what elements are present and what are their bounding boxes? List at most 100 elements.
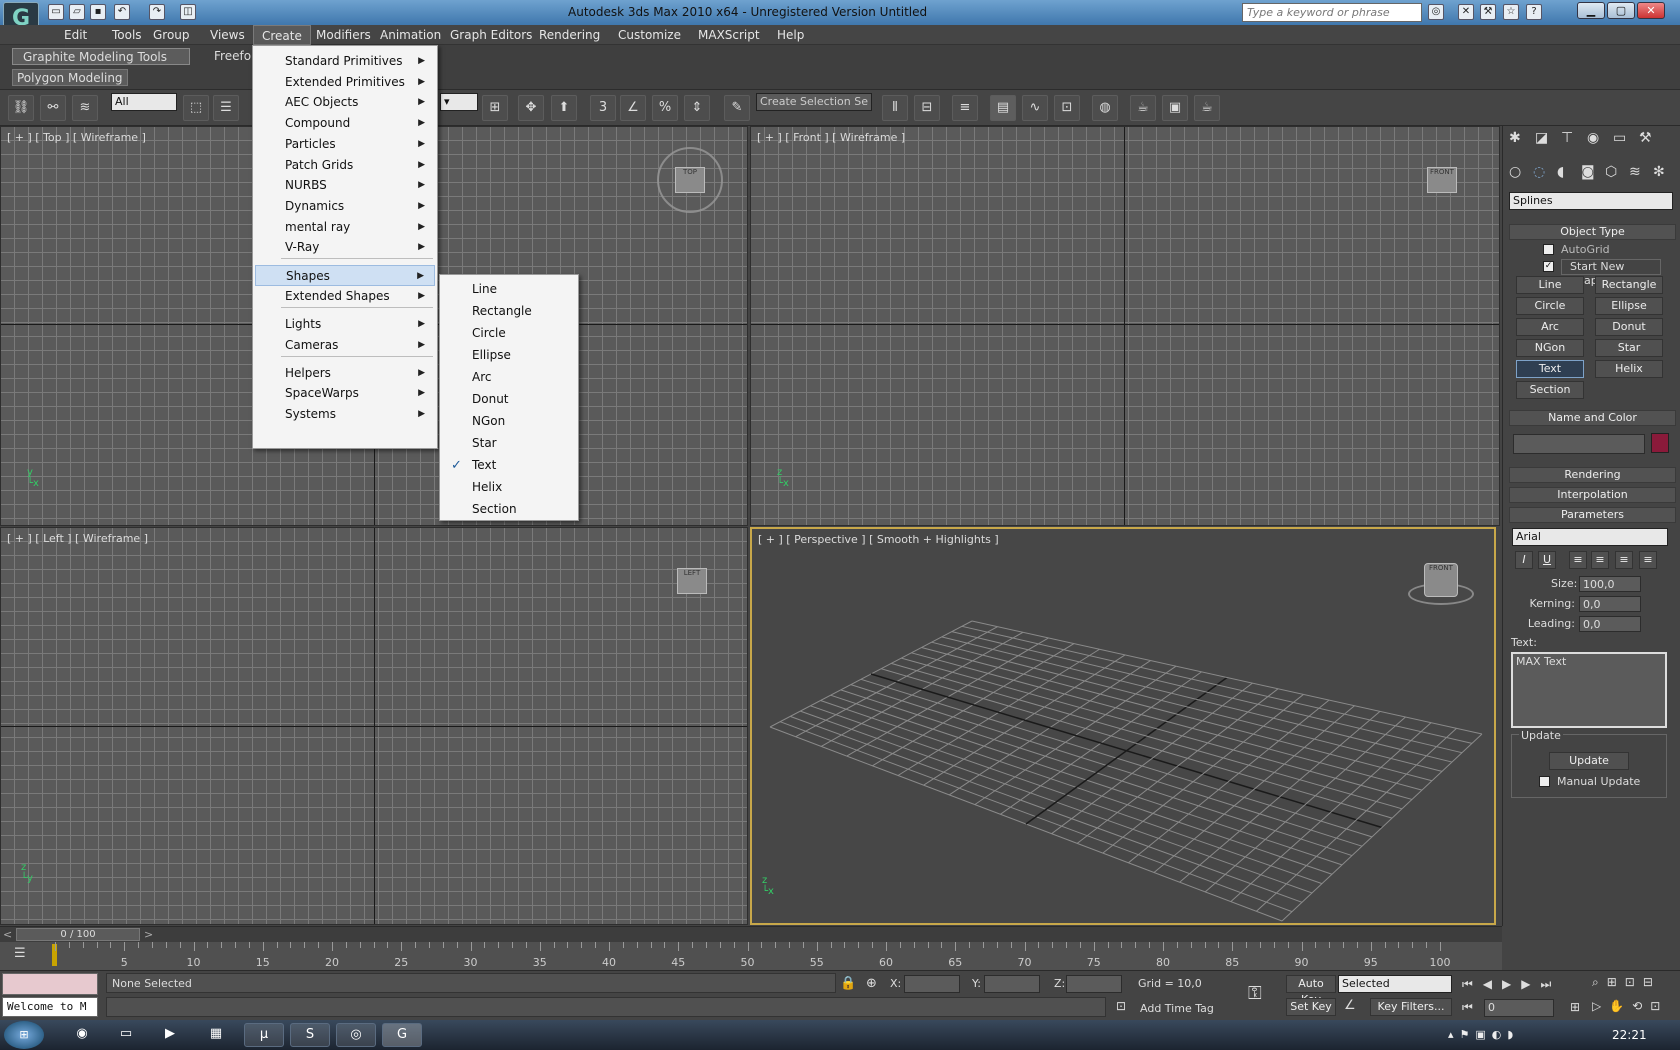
create-tab-icon[interactable]: ✱ <box>1509 130 1521 146</box>
shapes-menu-item[interactable]: Arc <box>442 367 576 388</box>
menu-group[interactable]: Group <box>145 25 198 45</box>
selection-filter-dropdown[interactable]: All <box>111 93 177 111</box>
leading-spinner[interactable]: 0,0 <box>1579 616 1641 632</box>
edit-named-selection-icon[interactable]: ✎ <box>724 95 750 121</box>
graphite-toggle-icon[interactable]: ▤ <box>990 95 1016 121</box>
minimize-button[interactable]: ▁ <box>1577 2 1605 19</box>
object-name-field[interactable] <box>1513 434 1645 454</box>
key-mode-toggle-icon[interactable]: ⏮ <box>1462 1000 1473 1015</box>
save-icon[interactable]: ▪ <box>90 4 106 20</box>
create-menu-item[interactable]: Extended Shapes ▶ <box>255 286 435 307</box>
shape-button-donut[interactable]: Donut <box>1595 318 1663 336</box>
x-coordinate-field[interactable] <box>904 975 960 993</box>
chrome-icon[interactable]: ◎ <box>336 1023 376 1047</box>
rollout-name-and-color[interactable]: Name and Color <box>1509 410 1676 426</box>
curve-editor-icon[interactable]: ∿ <box>1022 95 1048 121</box>
menu-rendering[interactable]: Rendering <box>531 25 608 45</box>
start-new-shape-button[interactable]: Start New Shape <box>1561 259 1661 287</box>
geometry-icon[interactable]: ○ <box>1509 164 1521 180</box>
shape-button-line[interactable]: Line <box>1516 276 1584 294</box>
shape-button-section[interactable]: Section <box>1516 381 1584 399</box>
key-mode-dropdown[interactable]: Selected <box>1338 975 1452 993</box>
search-input[interactable]: Type a keyword or phrase <box>1242 3 1422 22</box>
shape-button-text[interactable]: Text <box>1516 360 1584 378</box>
spinner-snap-icon[interactable]: ⇕ <box>684 95 710 121</box>
start-button[interactable]: ⊞ <box>4 1021 44 1049</box>
close-button[interactable]: ✕ <box>1637 2 1665 19</box>
rollout-parameters[interactable]: Parameters <box>1509 507 1676 523</box>
viewport-left[interactable]: [ + ] [ Left ] [ Wireframe ] LEFT z └y <box>0 527 748 925</box>
keyboard-shortcut-icon[interactable]: ⬆ <box>551 95 577 121</box>
menu-edit[interactable]: Edit <box>56 25 95 45</box>
viewcube-left-icon[interactable]: LEFT <box>677 568 707 594</box>
next-frame-arrow-icon[interactable]: > <box>144 928 153 941</box>
snaps-toggle-icon[interactable]: 3 <box>590 95 616 121</box>
shape-button-helix[interactable]: Helix <box>1595 360 1663 378</box>
bind-space-warp-icon[interactable]: ≋ <box>72 95 98 121</box>
rollout-rendering[interactable]: Rendering <box>1509 467 1676 483</box>
hierarchy-tab-icon[interactable]: ⊤ <box>1561 130 1573 146</box>
absolute-mode-icon[interactable]: ⊕ <box>866 976 877 991</box>
playback-controls-icon[interactable]: ⏮◀▶▶⏭ <box>1462 977 1561 992</box>
object-color-swatch[interactable] <box>1651 433 1669 453</box>
utilities-tab-icon[interactable]: ⚒ <box>1639 130 1652 146</box>
lights-icon[interactable]: ◖ <box>1557 164 1564 180</box>
align-icon[interactable]: ⊟ <box>914 95 940 121</box>
help-icon[interactable]: ? <box>1526 4 1542 20</box>
menu-animation[interactable]: Animation <box>372 25 449 45</box>
size-spinner[interactable]: 100,0 <box>1579 576 1641 592</box>
shape-button-star[interactable]: Star <box>1595 339 1663 357</box>
kerning-spinner[interactable]: 0,0 <box>1579 596 1641 612</box>
cameras-icon[interactable]: ◙ <box>1581 164 1595 180</box>
shapes-menu-item[interactable]: Line <box>442 279 576 300</box>
text-input[interactable]: MAX Text <box>1511 652 1667 728</box>
shapes-menu-item[interactable]: Ellipse <box>442 345 576 366</box>
create-menu-item[interactable]: mental ray ▶ <box>255 217 435 238</box>
binoculars-icon[interactable]: ◎ <box>1428 4 1444 20</box>
reference-coordinate-dropdown[interactable]: ▾ <box>440 93 478 111</box>
underline-button[interactable]: U <box>1538 551 1556 569</box>
utorrent-icon[interactable]: µ <box>244 1023 284 1047</box>
favorites-icon[interactable]: ☆ <box>1503 4 1519 20</box>
shape-button-circle[interactable]: Circle <box>1516 297 1584 315</box>
create-menu-item[interactable]: Compound ▶ <box>255 113 435 134</box>
viewport-navigation-icons[interactable]: ⌕⊞⊡⊟ <box>1592 975 1661 990</box>
rendered-frame-window-icon[interactable]: ▣ <box>1162 95 1188 121</box>
redo-icon[interactable]: ↷ <box>149 4 165 20</box>
shapes-icon[interactable]: ◌ <box>1533 164 1545 180</box>
shapes-menu-item[interactable]: Donut <box>442 389 576 410</box>
angle-snap-icon[interactable]: ∠ <box>620 95 646 121</box>
render-setup-icon[interactable]: ☕ <box>1130 95 1156 121</box>
schematic-view-icon[interactable]: ⊡ <box>1054 95 1080 121</box>
current-frame-field[interactable]: 0 <box>1484 999 1554 1017</box>
align-right-button[interactable]: ≡ <box>1615 551 1633 569</box>
project-folder-icon[interactable]: ◫ <box>180 4 196 20</box>
select-object-icon[interactable]: ⬚ <box>183 95 209 121</box>
shapes-menu-item[interactable]: NGon <box>442 411 576 432</box>
viewport-label[interactable]: [ + ] [ Left ] [ Wireframe ] <box>7 532 148 545</box>
space-warps-icon[interactable]: ≋ <box>1629 164 1641 180</box>
viewport-front[interactable]: [ + ] [ Front ] [ Wireframe ] FRONT z └x <box>750 126 1500 526</box>
viewcube-front-icon[interactable]: FRONT <box>1427 167 1457 193</box>
tab-polygon-modeling[interactable]: Polygon Modeling <box>12 69 128 86</box>
viewport-navigation-icons-2[interactable]: ▷✋⟲⊡ <box>1592 999 1668 1013</box>
create-menu-item[interactable]: Shapes ▶ <box>255 265 435 286</box>
viewport-label[interactable]: [ + ] [ Top ] [ Wireframe ] <box>7 131 146 144</box>
percent-snap-icon[interactable]: % <box>652 95 678 121</box>
lock-selection-icon[interactable]: 🔒 <box>840 976 856 991</box>
new-file-icon[interactable]: ▭ <box>48 4 64 20</box>
material-editor-icon[interactable]: ◍ <box>1092 95 1118 121</box>
communication-icon[interactable]: ⚒ <box>1480 4 1496 20</box>
rollout-interpolation[interactable]: Interpolation <box>1509 487 1676 503</box>
maximize-button[interactable]: ▢ <box>1607 2 1635 19</box>
manual-update-checkbox[interactable] <box>1539 776 1550 787</box>
subscription-icon[interactable]: ✕ <box>1458 4 1474 20</box>
create-menu-item[interactable]: Standard Primitives ▶ <box>255 51 435 72</box>
auto-key-button[interactable]: Auto Key <box>1286 975 1336 1006</box>
mirror-icon[interactable]: ⫴ <box>882 95 908 121</box>
system-tray-icons[interactable]: ▴⚑▣◐◗ <box>1448 1028 1519 1041</box>
display-tab-icon[interactable]: ▭ <box>1613 130 1626 146</box>
update-button[interactable]: Update <box>1549 752 1629 770</box>
create-menu-item[interactable]: Systems ▶ <box>255 404 435 425</box>
shapes-menu-item[interactable]: Rectangle <box>442 301 576 322</box>
